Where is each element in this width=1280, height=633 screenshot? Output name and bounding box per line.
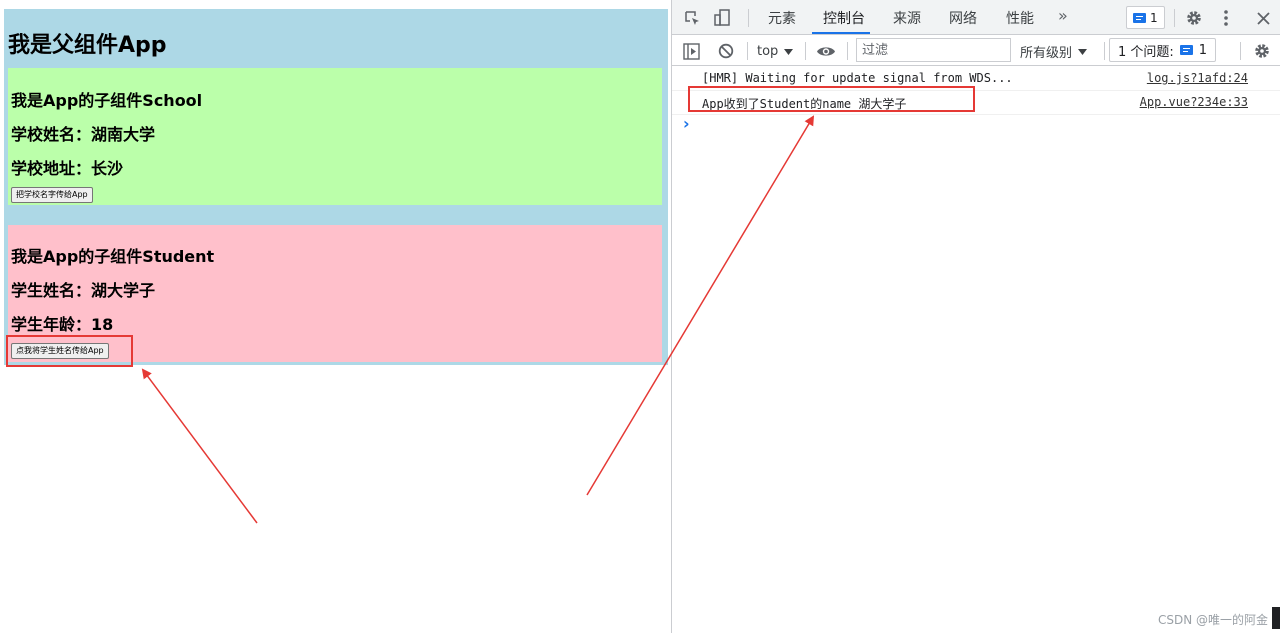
- student-age-line: 学生年龄：18: [11, 315, 114, 334]
- device-toggle-icon[interactable]: [712, 8, 732, 28]
- toolbar-separator-2: [805, 42, 806, 60]
- eye-icon[interactable]: [815, 41, 837, 61]
- issues-counter-button[interactable]: 1 个问题: 1: [1109, 38, 1217, 62]
- tabbar-separator-2: [1174, 9, 1175, 27]
- devtools-tabbar: 元素 控制台 来源 网络 性能 » 1: [672, 0, 1280, 35]
- issues-count: 1: [1198, 42, 1208, 58]
- log-level-label: 所有级别: [1020, 45, 1073, 61]
- student-heading: 我是App的子组件Student: [11, 247, 215, 266]
- console-message-text: App收到了Student的name 湖大学子: [702, 97, 907, 111]
- send-student-name-button[interactable]: 点我将学生姓名传给App: [11, 343, 109, 359]
- inspect-icon[interactable]: [682, 8, 702, 28]
- toolbar-separator-5: [1240, 42, 1241, 60]
- log-level-selector[interactable]: 所有级别: [1020, 41, 1088, 61]
- sidebar-toggle-icon[interactable]: [681, 41, 701, 61]
- console-message-text: [HMR] Waiting for update signal from WDS…: [702, 71, 1013, 85]
- toolbar-separator: [747, 42, 748, 60]
- context-selector[interactable]: top: [757, 41, 794, 61]
- app-title: 我是父组件App: [8, 33, 167, 58]
- console-source-link[interactable]: log.js?1afd:24: [1147, 71, 1248, 85]
- corner-block: [1272, 607, 1280, 629]
- kebab-menu-icon[interactable]: [1219, 8, 1233, 28]
- app-root-component: 我是父组件App 我是App的子组件School 学校姓名：湖南大学 学校地址：…: [4, 9, 668, 365]
- message-icon: [1133, 12, 1146, 23]
- tab-sources[interactable]: 来源: [893, 8, 921, 28]
- school-component: 我是App的子组件School 学校姓名：湖南大学 学校地址：长沙 把学校名字传…: [8, 68, 662, 205]
- toolbar-separator-3: [847, 42, 848, 60]
- issues-badge-count: 1: [1150, 10, 1158, 25]
- student-name-line: 学生姓名：湖大学子: [11, 281, 156, 300]
- close-icon[interactable]: [1253, 8, 1273, 28]
- school-address-line: 学校地址：长沙: [11, 159, 124, 178]
- dropdown-arrow-icon: [1078, 44, 1088, 59]
- tab-console[interactable]: 控制台: [823, 8, 865, 28]
- clear-console-icon[interactable]: [716, 41, 736, 61]
- school-heading: 我是App的子组件School: [11, 91, 203, 110]
- tabbar-separator: [748, 9, 749, 27]
- context-label: top: [757, 43, 779, 59]
- tab-network[interactable]: 网络: [949, 8, 977, 28]
- watermark: CSDN @唯一的阿金: [1157, 613, 1268, 627]
- console-source-link[interactable]: App.vue?234e:33: [1140, 95, 1248, 109]
- gear-icon[interactable]: [1184, 8, 1204, 28]
- devtools-panel: 元素 控制台 来源 网络 性能 » 1 top 所有级别 1 个问题: 1 过滤…: [671, 0, 1280, 633]
- active-tab-indicator: [812, 32, 870, 34]
- dropdown-arrow-icon: [784, 44, 794, 59]
- toolbar-separator-4: [1104, 42, 1105, 60]
- console-message-row: App收到了Student的name 湖大学子 App.vue?234e:33: [672, 91, 1280, 115]
- send-school-name-button[interactable]: 把学校名字传给App: [11, 187, 93, 203]
- issues-badge-button[interactable]: 1: [1126, 6, 1165, 29]
- console-settings-gear-icon[interactable]: [1252, 41, 1272, 61]
- tab-elements[interactable]: 元素: [768, 8, 796, 28]
- tab-performance[interactable]: 性能: [1006, 8, 1034, 28]
- console-message-row: [HMR] Waiting for update signal from WDS…: [672, 67, 1280, 91]
- school-name-line: 学校姓名：湖南大学: [11, 125, 156, 144]
- app-viewport: 我是父组件App 我是App的子组件School 学校姓名：湖南大学 学校地址：…: [0, 0, 672, 633]
- message-icon: [1179, 45, 1193, 55]
- more-tabs-button[interactable]: »: [1058, 6, 1068, 25]
- console-prompt[interactable]: ›: [683, 114, 690, 133]
- console-filter-input[interactable]: [856, 38, 1011, 62]
- issues-label: 1 个问题:: [1118, 44, 1174, 60]
- student-component: 我是App的子组件Student 学生姓名：湖大学子 学生年龄：18 点我将学生…: [8, 225, 662, 362]
